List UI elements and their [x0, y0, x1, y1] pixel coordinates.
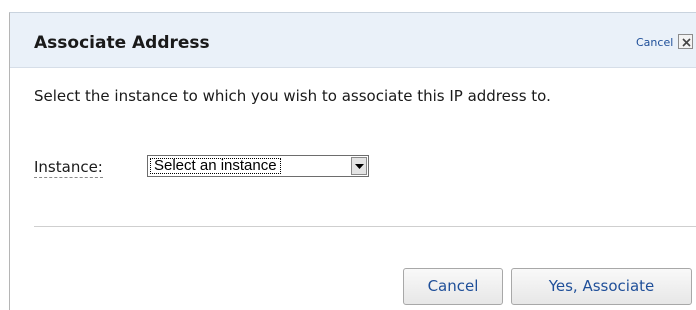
- instructions-text: Select the instance to which you wish to…: [34, 87, 551, 105]
- cancel-button[interactable]: Cancel: [403, 268, 503, 305]
- close-icon: [682, 38, 691, 47]
- dialog-header: Associate Address Cancel: [10, 13, 696, 68]
- yes-associate-button[interactable]: Yes, Associate: [511, 268, 692, 305]
- close-button[interactable]: [678, 34, 693, 49]
- instance-label: Instance:: [34, 158, 103, 178]
- instance-select[interactable]: Select an instance: [147, 155, 369, 177]
- chevron-down-icon: [355, 164, 364, 169]
- instance-select-value: Select an instance: [150, 158, 281, 174]
- divider: [34, 226, 696, 227]
- dialog-title: Associate Address: [34, 33, 210, 53]
- header-cancel-link[interactable]: Cancel: [636, 36, 673, 49]
- select-arrow-button[interactable]: [351, 157, 367, 175]
- associate-address-dialog: Associate Address Cancel Select the inst…: [9, 12, 696, 310]
